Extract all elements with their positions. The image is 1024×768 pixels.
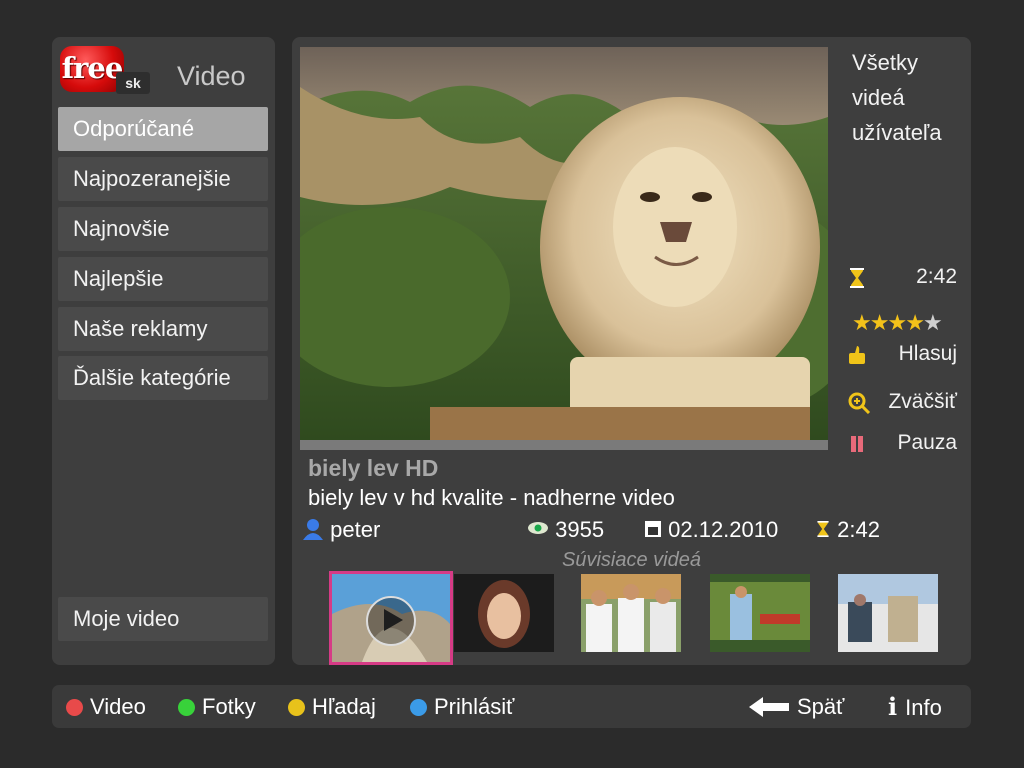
- related-videos-heading: Súvisiace videá: [562, 549, 701, 571]
- hourglass-icon: [817, 521, 829, 537]
- related-video-thumbnail[interactable]: [710, 574, 810, 652]
- info-icon: i: [888, 692, 898, 721]
- star-icon: ★: [905, 310, 925, 335]
- thumbs-up-icon: [849, 346, 865, 364]
- related-video-thumbnail[interactable]: [838, 574, 938, 652]
- logo-sk: sk: [116, 72, 150, 94]
- calendar-icon: [645, 521, 661, 537]
- play-icon: [384, 609, 403, 631]
- section-title: Video: [177, 61, 246, 91]
- related-video-thumbnail[interactable]: [581, 574, 681, 652]
- all-videos-line1: Všetky: [852, 50, 919, 75]
- date-info: 02.12.2010: [644, 517, 778, 545]
- free-sk-logo: free sk: [60, 46, 152, 98]
- thumbnail-image: [454, 574, 554, 652]
- video-label: Video: [90, 694, 146, 719]
- photos-label: Fotky: [202, 694, 256, 719]
- bottom-bar: Video Fotky Hľadaj Prihlásiť Späť i Info: [52, 685, 971, 728]
- back-button[interactable]: Späť: [749, 685, 844, 728]
- upload-date: 02.12.2010: [668, 517, 779, 542]
- video-description: biely lev v hd kvalite - nadherne video: [308, 485, 675, 510]
- video-progress-bar[interactable]: [300, 440, 828, 450]
- star-icon: ★: [869, 310, 890, 335]
- all-videos-line2: videá: [852, 85, 905, 110]
- hourglass-icon: [850, 268, 864, 288]
- star-icon: ★: [852, 310, 872, 335]
- thumbnail-image: [710, 574, 810, 652]
- green-button-photos[interactable]: Fotky: [178, 685, 256, 728]
- menu-item-most-viewed[interactable]: Najpozeranejšie: [58, 157, 268, 201]
- vote-label: Hlasuj: [898, 342, 957, 365]
- player-panel: Všetky videá užívateľa 2:42 ★★★★★ Hlasuj…: [292, 37, 971, 665]
- menu-item-recommended[interactable]: Odporúčané: [58, 107, 268, 151]
- pause-icon: [851, 436, 863, 452]
- pause-label: Pauza: [897, 431, 957, 454]
- my-video-button[interactable]: Moje video: [58, 597, 268, 641]
- all-user-videos-link[interactable]: Všetky videá užívateľa: [852, 45, 972, 150]
- vote-button[interactable]: Hlasuj: [847, 340, 957, 370]
- info-button[interactable]: i Info: [888, 685, 942, 728]
- menu-item-our-ads[interactable]: Naše reklamy: [58, 307, 268, 351]
- author-info[interactable]: peter: [302, 517, 380, 545]
- duration-label: 2:42: [916, 265, 957, 288]
- eye-icon: [528, 522, 548, 534]
- related-video-thumbnail[interactable]: [454, 574, 554, 652]
- thumbnail-image: [838, 574, 938, 652]
- all-videos-line3: užívateľa: [852, 120, 942, 145]
- menu-item-other-categories[interactable]: Ďalšie kategórie: [58, 356, 268, 400]
- pause-button[interactable]: Pauza: [847, 429, 957, 459]
- logo-free: free: [60, 46, 124, 92]
- related-video-thumbnail[interactable]: [329, 571, 453, 665]
- duration-row: 2:42: [847, 263, 957, 293]
- red-dot-icon: [66, 699, 83, 716]
- duration-info: 2:42: [815, 517, 880, 545]
- star-icon: ★: [887, 310, 907, 335]
- yellow-button-search[interactable]: Hľadaj: [288, 685, 376, 728]
- menu-item-newest[interactable]: Najnovšie: [58, 207, 268, 251]
- video-title: biely lev HD: [308, 455, 439, 481]
- back-arrow-icon: [749, 697, 789, 717]
- magnifier-icon: [848, 392, 871, 414]
- category-panel: free sk Video Odporúčané Najpozeranejšie…: [52, 37, 275, 665]
- search-label: Hľadaj: [312, 694, 376, 719]
- green-dot-icon: [178, 699, 195, 716]
- zoom-label: Zväčšiť: [888, 390, 957, 413]
- view-count: 3955: [555, 517, 605, 542]
- video-duration: 2:42: [837, 517, 880, 542]
- rating-stars: ★★★★★: [852, 310, 943, 336]
- author-name: peter: [330, 517, 381, 542]
- star-empty-icon: ★: [922, 310, 943, 335]
- video-frame-lion: [300, 47, 828, 440]
- user-icon: [303, 519, 323, 540]
- red-button-video[interactable]: Video: [66, 685, 146, 728]
- info-label: Info: [905, 695, 942, 720]
- views-info: 3955: [527, 517, 604, 545]
- yellow-dot-icon: [288, 699, 305, 716]
- back-label: Späť: [797, 694, 845, 719]
- zoom-button[interactable]: Zväčšiť: [847, 388, 957, 418]
- blue-dot-icon: [410, 699, 427, 716]
- login-label: Prihlásiť: [434, 694, 515, 719]
- video-player[interactable]: [300, 47, 828, 440]
- thumbnail-image: [581, 574, 681, 652]
- blue-button-login[interactable]: Prihlásiť: [410, 685, 514, 728]
- menu-item-best[interactable]: Najlepšie: [58, 257, 268, 301]
